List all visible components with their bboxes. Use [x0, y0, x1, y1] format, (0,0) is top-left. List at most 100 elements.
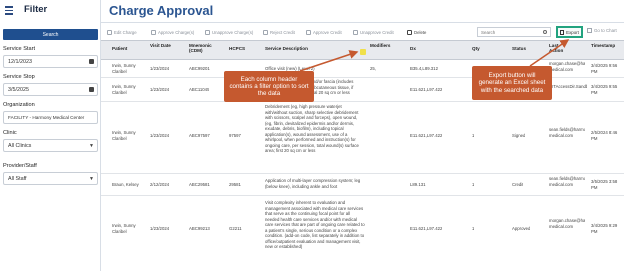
search-button[interactable]: Search	[3, 29, 98, 40]
cell-patient: Irwin, Sunny Claribel	[112, 130, 136, 141]
header-label: Timestamp	[591, 43, 616, 48]
cell-mnemonic: ABC97597	[189, 133, 210, 138]
cell-dx: L89.131	[410, 182, 426, 187]
cell-dx: E11.621,L97.422	[410, 133, 443, 138]
check-icon	[151, 29, 156, 35]
cell-timestamp: 3/5/2025 3:58 PM	[591, 179, 618, 190]
chart-icon	[587, 28, 592, 33]
page-title: Charge Approval	[109, 3, 214, 18]
column-header-status[interactable]: Status	[512, 46, 526, 51]
trash-icon	[407, 29, 412, 35]
service-start-field[interactable]: 12/1/2023	[3, 55, 98, 68]
cell-status: Signed	[512, 133, 526, 138]
sidebar-header: Filter	[0, 0, 101, 22]
approve-charges-label: Approve Charge(s)	[158, 29, 195, 35]
cell-visit-date: 1/23/2024	[150, 66, 170, 71]
column-header-qty[interactable]: Qty	[472, 46, 480, 51]
cell-service-description: Debridement (eg, high pressure waterjet …	[265, 104, 359, 153]
reject-credit-button[interactable]: Reject Credit	[263, 27, 295, 37]
column-header-visit-date[interactable]: Visit Date	[150, 43, 172, 48]
column-header-mnemonic[interactable]: Mnemonic (CDM)	[189, 43, 215, 54]
cell-timestamp: 3/4/2025 9:29 PM	[591, 223, 618, 234]
service-stop-field[interactable]: 3/5/2025	[3, 83, 98, 96]
header-label: Visit Date	[150, 43, 171, 48]
cell-timestamp: 3/4/2025 9:56 PM	[591, 63, 618, 74]
export-callout: Export button will generate an Excel she…	[472, 66, 552, 100]
provider-select[interactable]: All Staff ▼	[3, 172, 98, 185]
cell-visit-date: 1/23/2024	[150, 226, 170, 231]
cell-mnemonic: ABC29581	[189, 182, 210, 187]
column-header-modifiers[interactable]: Modifiers	[370, 43, 390, 48]
header-label: Last Action	[549, 43, 564, 54]
cell-hcpcs: G2211	[229, 226, 242, 231]
column-header-hcpcs[interactable]: HCPCS	[229, 46, 245, 51]
edit-charge-label: Edit Charge	[114, 29, 137, 35]
cell-last-action: morgan.chase@harmony-medical.com	[549, 61, 585, 72]
sidebar-title: Filter	[24, 4, 48, 15]
cell-status: Approved	[512, 226, 531, 231]
toolbar: Edit Charge Approve Charge(s) Unapprove …	[101, 25, 624, 39]
unapprove-credit-button[interactable]: Unapprove Credit	[353, 27, 394, 37]
filter-sidebar: Filter Search Service Start 12/1/2023 Se…	[0, 0, 101, 271]
provider-value: All Staff	[8, 175, 27, 182]
table-row[interactable]: Irwin, Sunny Claribel 1/23/2024 ABC97597…	[101, 102, 624, 174]
cell-last-action: sean.fields@harmony-medical.com	[549, 127, 585, 138]
cell-qty: 1	[472, 226, 475, 231]
column-header-last-action[interactable]: Last Action	[549, 43, 567, 54]
go-to-chart-label: Go to Chart	[594, 28, 617, 33]
table-row[interactable]: Braun, Kelsey 2/12/2024 ABC29581 29581 A…	[101, 174, 624, 196]
divider	[101, 22, 624, 23]
cell-patient: Irwin, Sunny Claribel	[112, 63, 136, 74]
edit-charge-button[interactable]: Edit Charge	[107, 27, 137, 37]
column-header-service-description[interactable]: Service Description	[265, 46, 308, 51]
cell-visit-date: 1/23/2024	[150, 133, 170, 138]
clinic-select[interactable]: All Clinics ▼	[3, 139, 98, 152]
approve-charges-button[interactable]: Approve Charge(s)	[151, 27, 194, 37]
calendar-icon[interactable]	[89, 59, 94, 64]
cell-qty: 1	[472, 182, 475, 187]
cell-mnemonic: ABC99201	[189, 66, 210, 71]
cell-service-description: Application of multi-layer compression s…	[265, 178, 361, 189]
cell-modifiers: 25,	[370, 66, 376, 71]
cell-timestamp: 3/4/2025 9:55 PM	[591, 84, 618, 95]
organization-select[interactable]: FACILITY - Harmony Medical Center	[3, 111, 98, 124]
unapprove-charges-button[interactable]: Unapprove Charge(s)	[205, 27, 253, 37]
header-label: HCPCS	[229, 46, 246, 51]
clinic-label: Clinic	[3, 130, 17, 136]
cell-status: Credit	[512, 182, 524, 187]
delete-button[interactable]: Delete	[407, 27, 426, 37]
cell-visit-date: 2/12/2024	[150, 182, 170, 187]
search-placeholder: Search	[481, 29, 496, 35]
export-label: Export	[566, 29, 579, 35]
clinic-value: All Clinics	[8, 142, 32, 149]
edit-icon	[107, 29, 112, 35]
organization-label: Organization	[3, 102, 35, 108]
approve-credit-label: Approve Credit	[313, 29, 342, 35]
chevron-down-icon: ▼	[89, 143, 94, 149]
export-button[interactable]: Export	[556, 26, 583, 38]
menu-icon[interactable]	[5, 6, 13, 15]
service-stop-label: Service Stop	[3, 74, 35, 80]
check-icon	[306, 29, 311, 35]
column-header-dx[interactable]: Dx	[410, 46, 416, 51]
main-panel: Charge Approval Edit Charge Approve Char…	[101, 0, 624, 271]
cell-patient: Braun, Kelsey	[112, 182, 139, 187]
search-input[interactable]: Search	[477, 27, 551, 37]
header-label: Dx	[410, 46, 416, 51]
cell-dx: B35.4,L89.312	[410, 66, 438, 71]
header-label: Modifiers	[370, 43, 391, 48]
reject-credit-label: Reject Credit	[270, 29, 295, 35]
column-header-timestamp[interactable]: Timestamp	[591, 43, 617, 48]
column-header-patient[interactable]: Patient	[112, 46, 127, 51]
header-label: Mnemonic (CDM)	[189, 43, 212, 54]
header-label: Qty	[472, 46, 480, 51]
header-label: Service Description	[265, 46, 308, 51]
table-row[interactable]: Irwin, Sunny Claribel 1/23/2024 ABC99213…	[101, 196, 624, 271]
go-to-chart-button[interactable]: Go to Chart	[587, 28, 617, 33]
table-header: Patient Visit Date Mnemonic (CDM) HCPCS …	[101, 40, 624, 60]
filter-icon[interactable]	[360, 49, 366, 55]
approve-credit-button[interactable]: Approve Credit	[306, 27, 342, 37]
calendar-icon[interactable]	[89, 87, 94, 92]
cell-mnemonic: ABC99213	[189, 226, 210, 231]
organization-value: FACILITY - Harmony Medical Center	[8, 115, 85, 120]
